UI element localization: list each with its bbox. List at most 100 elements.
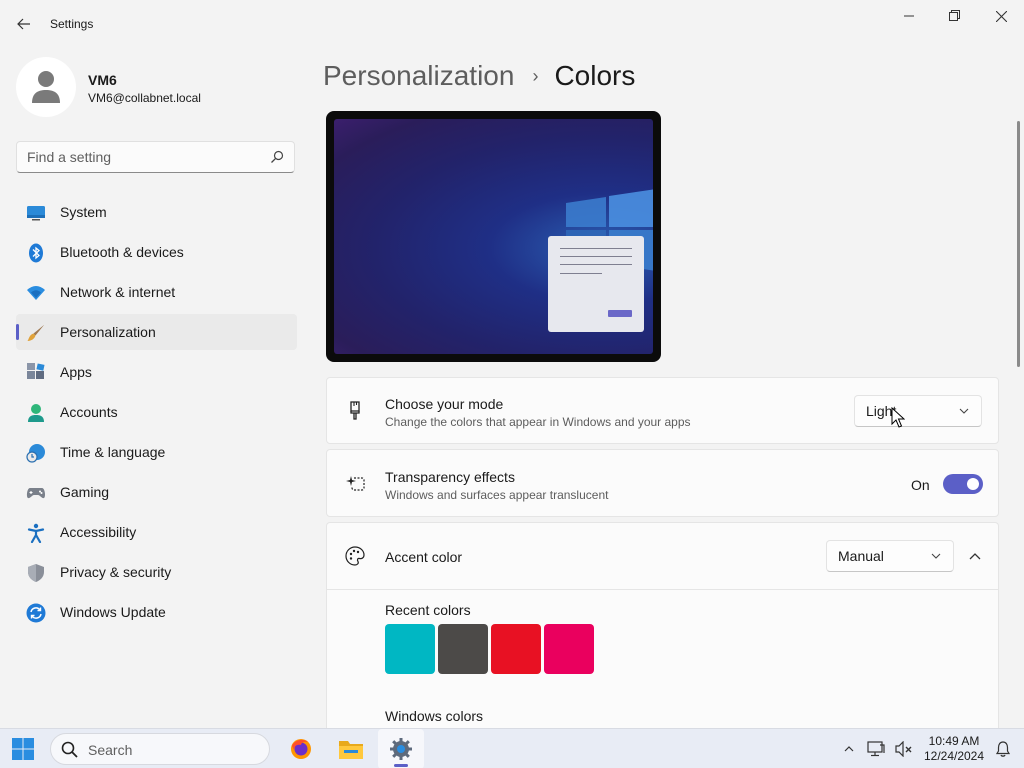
accent-title: Accent color	[385, 549, 463, 565]
accounts-icon	[28, 404, 44, 422]
taskbar-search-label: Search	[88, 742, 133, 758]
chevron-up-icon	[969, 553, 981, 560]
sidebar-item-network[interactable]: Network & internet	[16, 274, 297, 310]
sidebar-item-time-language[interactable]: Time & language	[16, 434, 297, 470]
windows-start-icon[interactable]	[12, 738, 34, 760]
taskbar-app-firefox[interactable]	[278, 729, 324, 768]
avatar[interactable]	[16, 57, 76, 117]
palette-icon	[345, 546, 365, 566]
user-icon	[32, 71, 60, 103]
taskbar-clock[interactable]: 10:49 AM 12/24/2024	[918, 734, 990, 764]
accessibility-icon	[27, 523, 45, 543]
minimize-button[interactable]	[886, 0, 932, 32]
search-icon	[271, 150, 284, 163]
settings-search[interactable]	[16, 141, 295, 173]
chevron-down-icon	[959, 408, 969, 414]
sidebar-item-bluetooth[interactable]: Bluetooth & devices	[16, 234, 297, 270]
back-button[interactable]	[10, 10, 38, 38]
accent-dropdown[interactable]: Manual	[826, 540, 954, 572]
page-title: Colors	[554, 60, 636, 91]
sparkle-icon	[346, 476, 365, 491]
taskbar-search[interactable]: Search	[50, 733, 270, 765]
sidebar-item-label: Bluetooth & devices	[60, 244, 184, 260]
sidebar-item-label: Personalization	[60, 324, 156, 340]
taskbar-app-settings[interactable]	[378, 729, 424, 768]
tray-overflow-button[interactable]	[839, 739, 859, 759]
sidebar-item-label: Gaming	[60, 484, 110, 500]
color-swatch[interactable]	[544, 624, 594, 674]
mode-dropdown[interactable]: Light	[854, 395, 982, 427]
accent-card: Accent color Manual Recent colors Window…	[326, 522, 999, 728]
wifi-icon	[27, 286, 45, 300]
sidebar-item-label: Network & internet	[60, 284, 176, 300]
accent-header[interactable]: Accent color Manual	[327, 523, 998, 590]
mode-title: Choose your mode	[385, 396, 504, 412]
sidebar-item-label: Privacy & security	[60, 564, 172, 580]
preview-window	[548, 236, 644, 332]
app-title: Settings	[50, 17, 94, 31]
settings-icon	[390, 738, 412, 760]
back-arrow-icon	[17, 18, 30, 30]
restore-icon	[949, 10, 960, 21]
preview-line	[560, 273, 602, 274]
file-explorer-icon	[339, 741, 363, 759]
sidebar-item-apps[interactable]: Apps	[16, 354, 297, 390]
transparency-card: Transparency effects Windows and surface…	[326, 449, 999, 517]
sidebar-item-label: Windows Update	[60, 604, 166, 620]
close-icon	[995, 10, 1007, 22]
sidebar-item-privacy-security[interactable]: Privacy & security	[16, 554, 297, 590]
globe-clock-icon	[26, 444, 45, 463]
close-button[interactable]	[978, 0, 1024, 32]
taskbar-app-file-explorer[interactable]	[328, 729, 374, 768]
sidebar-item-accessibility[interactable]: Accessibility	[16, 514, 297, 550]
breadcrumb: Personalization › Colors	[323, 58, 635, 94]
clock-date: 12/24/2024	[923, 749, 985, 763]
transparency-title: Transparency effects	[385, 469, 515, 485]
preview-wallpaper	[334, 119, 653, 354]
sidebar-item-accounts[interactable]: Accounts	[16, 394, 297, 430]
sidebar-item-label: System	[60, 204, 107, 220]
sidebar-item-label: Accounts	[60, 404, 118, 420]
preview-line	[560, 248, 632, 249]
notification-button[interactable]	[993, 739, 1013, 759]
breadcrumb-parent[interactable]: Personalization	[323, 60, 514, 92]
tray-network-button[interactable]	[866, 739, 886, 759]
sidebar-item-system[interactable]: System	[16, 194, 297, 230]
chevron-down-icon	[931, 553, 941, 559]
chevron-up-icon	[844, 746, 854, 752]
collapse-button[interactable]	[963, 543, 987, 569]
mouse-cursor-icon	[891, 407, 905, 428]
title-bar: Settings	[0, 0, 1024, 48]
sidebar-item-label: Accessibility	[60, 524, 137, 540]
color-swatch[interactable]	[385, 624, 435, 674]
firefox-icon	[291, 739, 311, 759]
color-swatch[interactable]	[438, 624, 488, 674]
tray-volume-button[interactable]	[894, 739, 914, 759]
preview-line	[560, 264, 632, 265]
volume-muted-icon	[895, 741, 912, 757]
taskbar: Search 10:49 AM 12/24/2024	[0, 728, 1024, 768]
minimize-icon	[904, 15, 914, 17]
apps-icon	[27, 363, 45, 379]
network-icon	[867, 741, 885, 757]
toggle-knob	[967, 478, 979, 490]
accent-value: Manual	[838, 548, 884, 564]
transparency-description: Windows and surfaces appear translucent	[385, 488, 609, 502]
preview-line	[560, 256, 632, 257]
brush-icon	[27, 325, 44, 341]
sidebar-item-windows-update[interactable]: Windows Update	[16, 594, 297, 630]
maximize-button[interactable]	[932, 0, 978, 32]
sidebar-item-personalization[interactable]: Personalization	[16, 314, 297, 350]
shield-icon	[28, 564, 44, 582]
preview-accent-button	[608, 310, 632, 317]
scrollbar[interactable]	[1017, 121, 1020, 367]
color-swatch[interactable]	[491, 624, 541, 674]
notification-bell-icon	[996, 741, 1010, 757]
sidebar-item-gaming[interactable]: Gaming	[16, 474, 297, 510]
user-email: VM6@collabnet.local	[88, 91, 201, 105]
search-input[interactable]	[17, 142, 257, 172]
clock-time: 10:49 AM	[928, 734, 980, 748]
active-app-indicator	[394, 764, 408, 767]
system-icon	[27, 206, 45, 221]
transparency-toggle[interactable]	[943, 474, 983, 494]
